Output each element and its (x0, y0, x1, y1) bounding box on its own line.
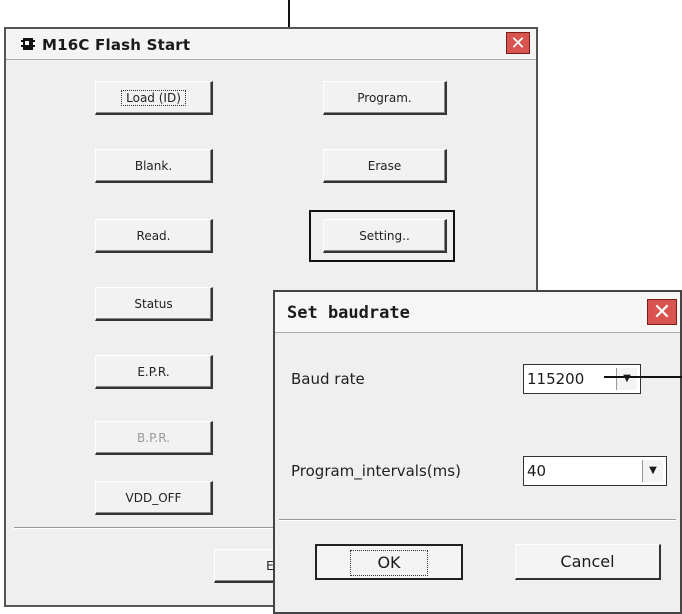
setting-highlight-box (309, 210, 455, 262)
main-title-bar: M16C Flash Start ✕ (6, 29, 536, 60)
program-button[interactable]: Program. (323, 81, 447, 115)
cancel-button[interactable]: Cancel (515, 544, 661, 580)
epr-button[interactable]: E.P.R. (95, 355, 213, 389)
dropdown-arrow-icon[interactable]: ▼ (642, 460, 663, 482)
baud-rate-label: Baud rate (291, 370, 365, 388)
dialog-close-button[interactable]: ✕ (647, 299, 677, 325)
dropdown-arrow-icon[interactable]: ▼ (616, 368, 637, 390)
status-button[interactable]: Status (95, 287, 213, 321)
erase-button[interactable]: Erase (323, 149, 447, 183)
baud-rate-select[interactable]: 115200 ▼ (523, 364, 641, 394)
dialog-divider (279, 519, 676, 521)
read-button[interactable]: Read. (95, 219, 213, 253)
ok-button[interactable]: OK (315, 544, 463, 580)
dialog-title: Set baudrate (287, 303, 410, 323)
bpr-button[interactable]: B.P.R. (95, 421, 213, 455)
program-intervals-label: Program_intervals(ms) (291, 462, 461, 480)
callout-line-baud (604, 376, 682, 378)
main-close-button[interactable]: ✕ (506, 32, 530, 54)
vdd-off-button[interactable]: VDD_OFF (95, 481, 213, 515)
close-icon: ✕ (510, 33, 526, 54)
blank-button[interactable]: Blank. (95, 149, 213, 183)
close-icon: ✕ (652, 300, 672, 325)
load-id-button[interactable]: Load (ID) (95, 81, 213, 115)
main-window-title: M16C Flash Start (42, 36, 191, 54)
program-intervals-select[interactable]: 40 ▼ (523, 456, 667, 486)
chip-icon (21, 38, 35, 50)
set-baudrate-dialog: Set baudrate ✕ Baud rate 115200 ▼ Progra… (273, 290, 682, 614)
dialog-title-bar: Set baudrate ✕ (275, 292, 680, 333)
